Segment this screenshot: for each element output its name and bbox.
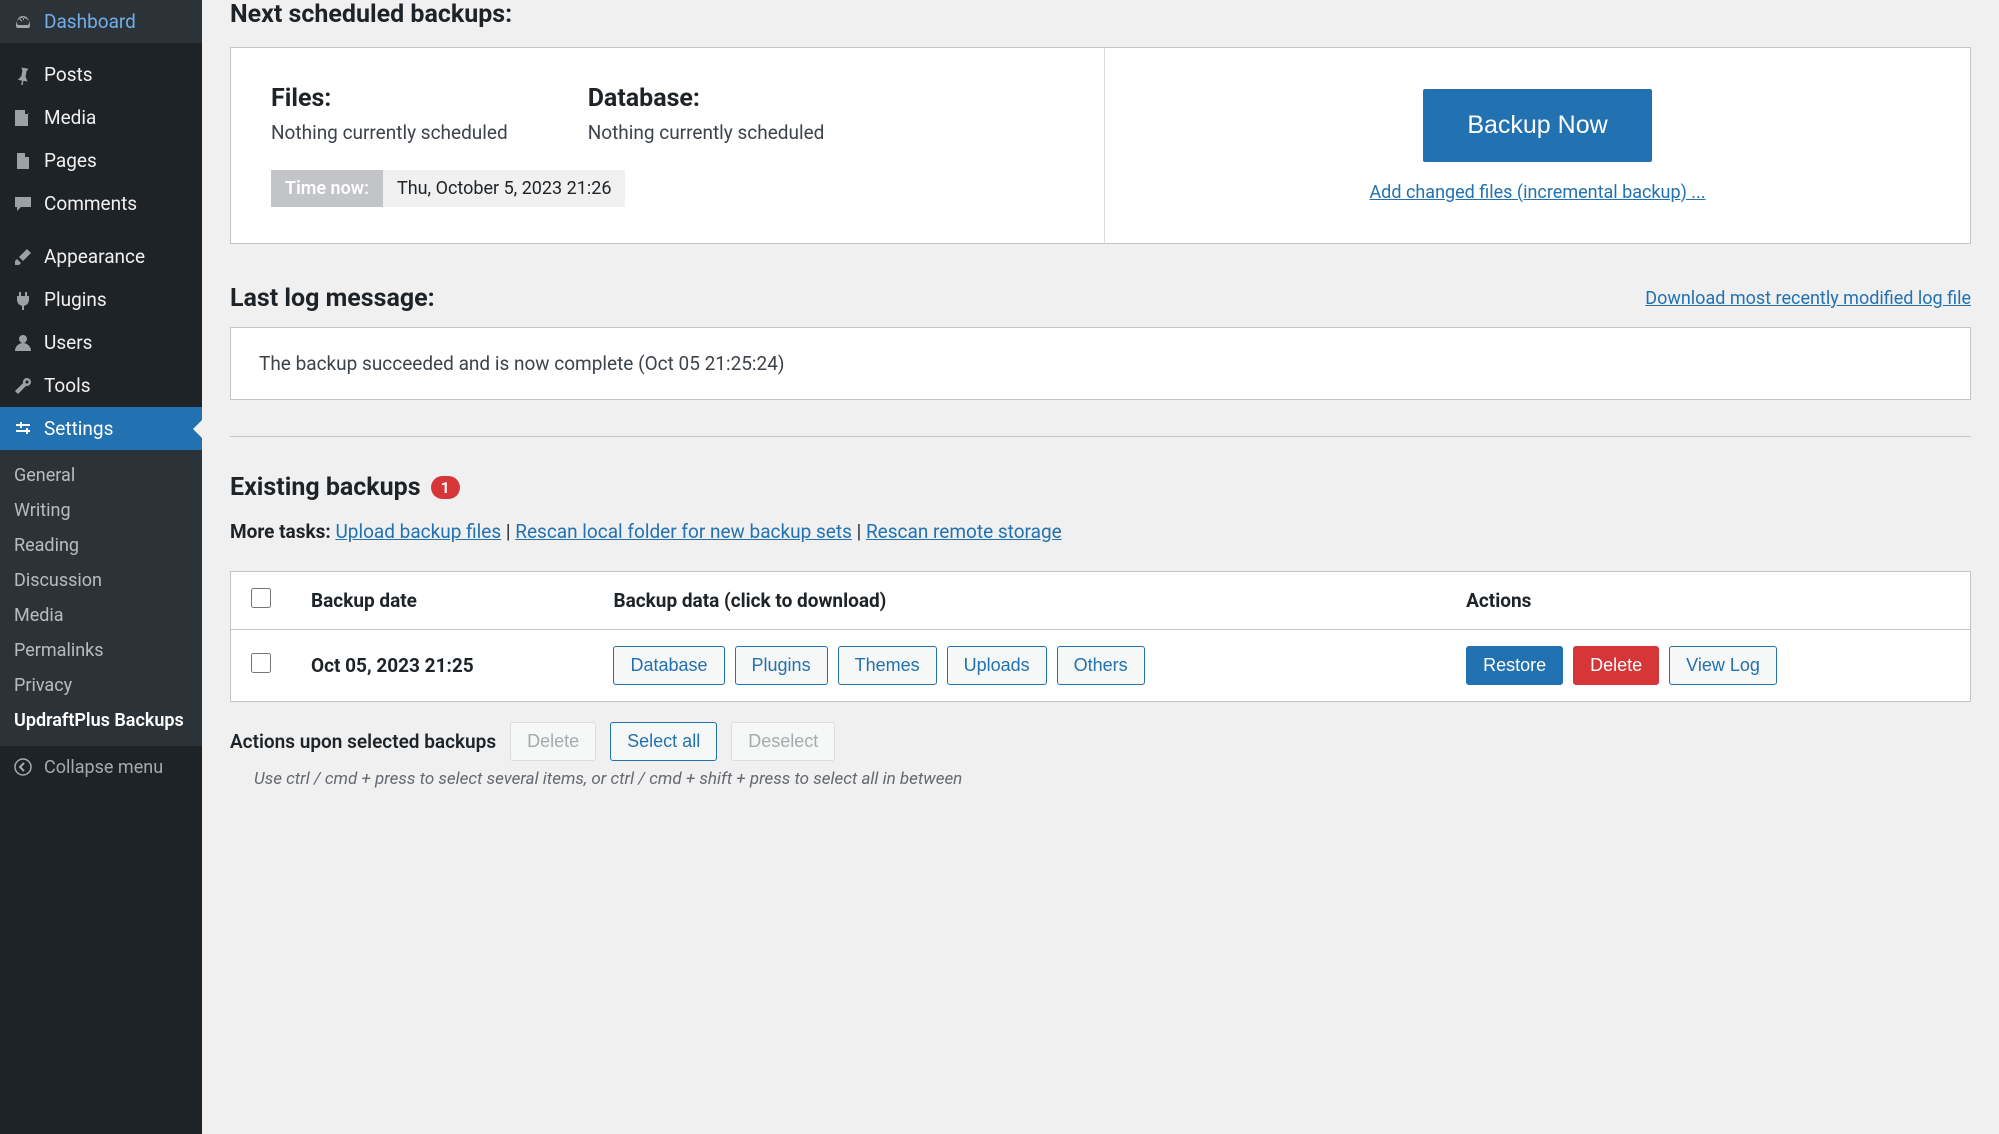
sidebar-item-users[interactable]: Users bbox=[0, 321, 202, 364]
bulk-label: Actions upon selected backups bbox=[230, 730, 496, 753]
comment-icon bbox=[12, 193, 34, 215]
user-icon bbox=[12, 332, 34, 354]
rescan-remote-link[interactable]: Rescan remote storage bbox=[866, 520, 1062, 543]
wrench-icon bbox=[12, 375, 34, 397]
bulk-delete-button[interactable]: Delete bbox=[510, 722, 596, 761]
db-status: Nothing currently scheduled bbox=[588, 121, 825, 144]
collapse-label: Collapse menu bbox=[44, 757, 163, 778]
sidebar-item-pages[interactable]: Pages bbox=[0, 139, 202, 182]
download-log-link[interactable]: Download most recently modified log file bbox=[1645, 288, 1971, 309]
main-content: Next scheduled backups: Files: Nothing c… bbox=[202, 0, 1999, 1134]
existing-count-badge: 1 bbox=[431, 476, 460, 499]
sidebar-item-label: Comments bbox=[44, 192, 137, 215]
table-header-row: Backup date Backup data (click to downlo… bbox=[231, 572, 1971, 630]
th-actions: Actions bbox=[1446, 572, 1970, 630]
sidebar-item-plugins[interactable]: Plugins bbox=[0, 278, 202, 321]
table-row: Oct 05, 2023 21:25 Database Plugins Them… bbox=[231, 630, 1971, 702]
row-actions: Restore Delete View Log bbox=[1466, 646, 1950, 685]
sidebar-item-settings[interactable]: Settings bbox=[0, 407, 202, 450]
sidebar-item-appearance[interactable]: Appearance bbox=[0, 235, 202, 278]
delete-button[interactable]: Delete bbox=[1573, 646, 1659, 685]
plug-icon bbox=[12, 289, 34, 311]
db-heading: Database: bbox=[588, 84, 825, 113]
bulk-hint: Use ctrl / cmd + press to select several… bbox=[230, 769, 1971, 789]
bulk-selectall-button[interactable]: Select all bbox=[610, 722, 717, 761]
sidebar-item-label: Dashboard bbox=[44, 10, 136, 33]
log-message: The backup succeeded and is now complete… bbox=[230, 327, 1971, 400]
schedule-box: Files: Nothing currently scheduled Datab… bbox=[230, 47, 1971, 244]
time-now-label: Time now: bbox=[271, 170, 383, 207]
download-database-button[interactable]: Database bbox=[613, 646, 724, 685]
last-log-title: Last log message: bbox=[230, 284, 435, 313]
download-plugins-button[interactable]: Plugins bbox=[735, 646, 828, 685]
more-tasks: More tasks: Upload backup files | Rescan… bbox=[230, 520, 1971, 543]
settings-submenu: General Writing Reading Discussion Media… bbox=[0, 450, 202, 746]
existing-backups-title: Existing backups bbox=[230, 473, 421, 502]
viewlog-button[interactable]: View Log bbox=[1669, 646, 1777, 685]
collapse-menu-button[interactable]: Collapse menu bbox=[0, 746, 202, 788]
rescan-local-link[interactable]: Rescan local folder for new backup sets bbox=[515, 520, 852, 543]
sidebar-item-label: Posts bbox=[44, 63, 93, 86]
pin-icon bbox=[12, 64, 34, 86]
submenu-general[interactable]: General bbox=[0, 458, 202, 493]
sidebar-item-label: Settings bbox=[44, 417, 113, 440]
collapse-icon bbox=[12, 756, 34, 778]
files-col: Files: Nothing currently scheduled bbox=[271, 84, 508, 144]
sidebar-item-label: Pages bbox=[44, 149, 97, 172]
sidebar-item-dashboard[interactable]: Dashboard bbox=[0, 0, 202, 43]
files-heading: Files: bbox=[271, 84, 508, 113]
admin-sidebar: Dashboard Posts Media Pages Comments App… bbox=[0, 0, 202, 1134]
backup-table: Backup date Backup data (click to downlo… bbox=[230, 571, 1971, 702]
sidebar-item-label: Plugins bbox=[44, 288, 107, 311]
th-data: Backup data (click to download) bbox=[593, 572, 1446, 630]
sidebar-item-label: Media bbox=[44, 106, 96, 129]
download-themes-button[interactable]: Themes bbox=[838, 646, 937, 685]
dashboard-icon bbox=[12, 11, 34, 33]
next-scheduled-title: Next scheduled backups: bbox=[230, 0, 1971, 29]
time-now-row: Time now: Thu, October 5, 2023 21:26 bbox=[271, 170, 1064, 207]
files-status: Nothing currently scheduled bbox=[271, 121, 508, 144]
sidebar-item-label: Appearance bbox=[44, 245, 145, 268]
th-date: Backup date bbox=[291, 572, 593, 630]
db-col: Database: Nothing currently scheduled bbox=[588, 84, 825, 144]
schedule-row: Files: Nothing currently scheduled Datab… bbox=[271, 84, 1064, 144]
download-uploads-button[interactable]: Uploads bbox=[947, 646, 1047, 685]
submenu-reading[interactable]: Reading bbox=[0, 528, 202, 563]
divider bbox=[230, 436, 1971, 437]
sidebar-item-media[interactable]: Media bbox=[0, 96, 202, 139]
submenu-privacy[interactable]: Privacy bbox=[0, 668, 202, 703]
row-checkbox[interactable] bbox=[251, 653, 271, 673]
sidebar-item-tools[interactable]: Tools bbox=[0, 364, 202, 407]
restore-button[interactable]: Restore bbox=[1466, 646, 1563, 685]
submenu-media[interactable]: Media bbox=[0, 598, 202, 633]
brush-icon bbox=[12, 246, 34, 268]
sidebar-item-posts[interactable]: Posts bbox=[0, 53, 202, 96]
schedule-right: Backup Now Add changed files (incrementa… bbox=[1105, 48, 1970, 243]
sliders-icon bbox=[12, 418, 34, 440]
bulk-deselect-button[interactable]: Deselect bbox=[731, 722, 835, 761]
media-icon bbox=[12, 107, 34, 129]
schedule-left: Files: Nothing currently scheduled Datab… bbox=[231, 48, 1105, 243]
sidebar-item-label: Tools bbox=[44, 374, 91, 397]
sidebar-item-comments[interactable]: Comments bbox=[0, 182, 202, 225]
pages-icon bbox=[12, 150, 34, 172]
backup-data-group: Database Plugins Themes Uploads Others bbox=[613, 646, 1426, 685]
submenu-permalinks[interactable]: Permalinks bbox=[0, 633, 202, 668]
bulk-actions-row: Actions upon selected backups Delete Sel… bbox=[230, 722, 1971, 761]
backup-date-cell: Oct 05, 2023 21:25 bbox=[291, 630, 593, 702]
submenu-writing[interactable]: Writing bbox=[0, 493, 202, 528]
submenu-discussion[interactable]: Discussion bbox=[0, 563, 202, 598]
download-others-button[interactable]: Others bbox=[1057, 646, 1145, 685]
select-all-checkbox[interactable] bbox=[251, 588, 271, 608]
incremental-backup-link[interactable]: Add changed files (incremental backup) .… bbox=[1369, 182, 1705, 203]
time-now-value: Thu, October 5, 2023 21:26 bbox=[383, 170, 625, 207]
more-tasks-label: More tasks: bbox=[230, 520, 331, 543]
sidebar-item-label: Users bbox=[44, 331, 92, 354]
submenu-updraftplus[interactable]: UpdraftPlus Backups bbox=[0, 703, 202, 738]
backup-now-button[interactable]: Backup Now bbox=[1423, 89, 1651, 162]
upload-backup-link[interactable]: Upload backup files bbox=[335, 520, 501, 543]
